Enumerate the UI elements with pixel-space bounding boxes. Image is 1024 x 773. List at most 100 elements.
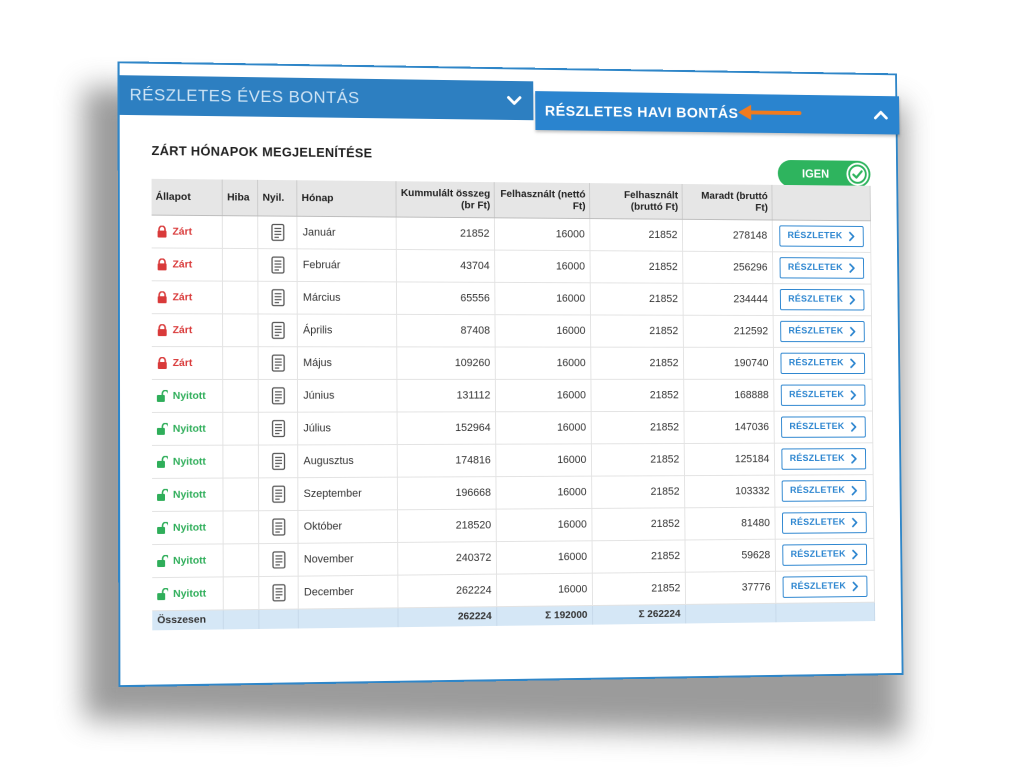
details-button-label: RÉSZLETEK	[789, 453, 845, 464]
status-label: Zárt	[172, 323, 193, 336]
details-button[interactable]: RÉSZLETEK	[780, 320, 865, 342]
document-icon[interactable]	[270, 321, 286, 339]
status-label: Zárt	[172, 356, 193, 369]
document-icon[interactable]	[271, 485, 287, 503]
footer-empty	[223, 608, 260, 630]
cell-document	[259, 542, 299, 577]
document-icon[interactable]	[270, 256, 286, 274]
document-icon[interactable]	[271, 583, 287, 601]
cell-document	[258, 477, 299, 511]
details-button[interactable]: RÉSZLETEK	[781, 447, 867, 470]
details-button[interactable]: RÉSZLETEK	[779, 288, 865, 311]
lock-icon	[158, 225, 168, 238]
cell-actions: RÉSZLETEK	[774, 442, 874, 475]
cell-actions: RÉSZLETEK	[773, 378, 873, 411]
cell-error	[223, 576, 260, 610]
cell-cumulative: 240372	[397, 541, 497, 575]
details-button[interactable]: RÉSZLETEK	[782, 575, 868, 598]
cell-document	[258, 444, 299, 478]
document-icon[interactable]	[270, 354, 286, 372]
details-button[interactable]: RÉSZLETEK	[781, 511, 867, 534]
document-icon[interactable]	[271, 452, 287, 470]
cell-used-gross: 21852	[589, 218, 683, 251]
cell-used-gross: 21852	[590, 282, 684, 315]
unlock-icon	[157, 521, 169, 534]
details-button-label: RÉSZLETEK	[790, 516, 846, 528]
cell-cumulative: 21852	[396, 216, 495, 250]
cell-used-net: 16000	[495, 411, 592, 444]
cell-error	[223, 477, 260, 511]
lock-icon	[158, 324, 168, 336]
header-actions	[771, 184, 871, 221]
cell-used-net: 16000	[496, 572, 593, 607]
chevron-right-icon	[850, 422, 858, 432]
cell-month: Február	[297, 248, 397, 282]
details-button[interactable]: RÉSZLETEK	[779, 256, 865, 279]
status-badge: Zárt	[157, 258, 218, 270]
details-button[interactable]: RÉSZLETEK	[780, 415, 866, 438]
unlock-icon	[157, 587, 169, 600]
cell-used-net: 16000	[494, 217, 591, 251]
cell-status: Zárt	[151, 214, 223, 248]
cell-status: Nyitott	[152, 510, 224, 545]
cell-used-gross: 21852	[590, 346, 684, 379]
details-button-label: RÉSZLETEK	[790, 580, 847, 592]
cell-used-net: 16000	[496, 540, 593, 574]
tab-yearly-breakdown[interactable]: RÉSZLETES ÉVES BONTÁS	[119, 75, 534, 121]
cell-month: November	[298, 541, 399, 576]
show-closed-toggle[interactable]: IGEN	[777, 159, 871, 188]
cell-remaining: 234444	[682, 282, 774, 316]
cell-month: Április	[297, 313, 398, 347]
chevron-right-icon	[852, 581, 860, 591]
cell-cumulative: 43704	[396, 248, 496, 282]
chevron-right-icon	[851, 517, 859, 527]
chevron-down-icon[interactable]	[505, 91, 524, 111]
cell-month: Május	[297, 346, 398, 379]
details-button[interactable]: RÉSZLETEK	[780, 384, 866, 406]
table-row: Zárt Február 43704 16000 21852 256296 RÉ…	[151, 247, 872, 284]
status-label: Nyitott	[172, 389, 206, 402]
cell-used-net: 16000	[496, 507, 593, 542]
header-used-gross: Felhasznált (bruttó Ft)	[589, 183, 683, 219]
unlock-icon	[157, 390, 168, 402]
chevron-up-icon[interactable]	[872, 105, 891, 124]
cell-cumulative: 196668	[397, 476, 497, 510]
status-badge: Zárt	[157, 357, 218, 369]
document-icon[interactable]	[271, 550, 287, 568]
toggle-label: IGEN	[801, 166, 830, 181]
document-icon[interactable]	[270, 288, 286, 306]
document-icon[interactable]	[270, 386, 286, 404]
toggle-knob	[846, 163, 868, 186]
check-icon	[846, 163, 868, 186]
footer-used-gross: Σ 262224	[592, 603, 686, 625]
cell-error	[223, 378, 259, 412]
status-badge: Zárt	[157, 324, 218, 336]
cell-used-net: 16000	[494, 249, 591, 283]
header-status: Állapot	[151, 178, 223, 216]
chevron-right-icon	[851, 485, 859, 495]
details-button-label: RÉSZLETEK	[789, 421, 845, 432]
details-button[interactable]: RÉSZLETEK	[781, 479, 867, 502]
unlock-icon	[157, 422, 168, 435]
cell-actions: RÉSZLETEK	[775, 537, 875, 571]
cell-status: Nyitott	[151, 411, 224, 445]
details-button-label: RÉSZLETEK	[788, 357, 844, 369]
cell-document	[258, 313, 298, 347]
tab-monthly-breakdown[interactable]: RÉSZLETES HAVI BONTÁS	[535, 91, 900, 135]
details-button[interactable]: RÉSZLETEK	[782, 543, 868, 566]
status-label: Zárt	[172, 257, 193, 271]
details-button-label: RÉSZLETEK	[788, 293, 844, 305]
header-cumulative: Kummulált összeg (br Ft)	[396, 181, 495, 218]
status-label: Zárt	[172, 290, 193, 303]
cell-document	[259, 509, 299, 544]
cell-error	[223, 543, 260, 577]
document-icon[interactable]	[271, 518, 287, 536]
cell-month: Június	[297, 378, 398, 412]
status-label: Nyitott	[173, 554, 207, 567]
details-button[interactable]: RÉSZLETEK	[779, 224, 864, 247]
document-icon[interactable]	[270, 223, 286, 241]
details-button[interactable]: RÉSZLETEK	[780, 352, 866, 374]
cell-error	[222, 280, 259, 314]
document-icon[interactable]	[271, 419, 287, 437]
cell-remaining: 212592	[683, 314, 774, 347]
